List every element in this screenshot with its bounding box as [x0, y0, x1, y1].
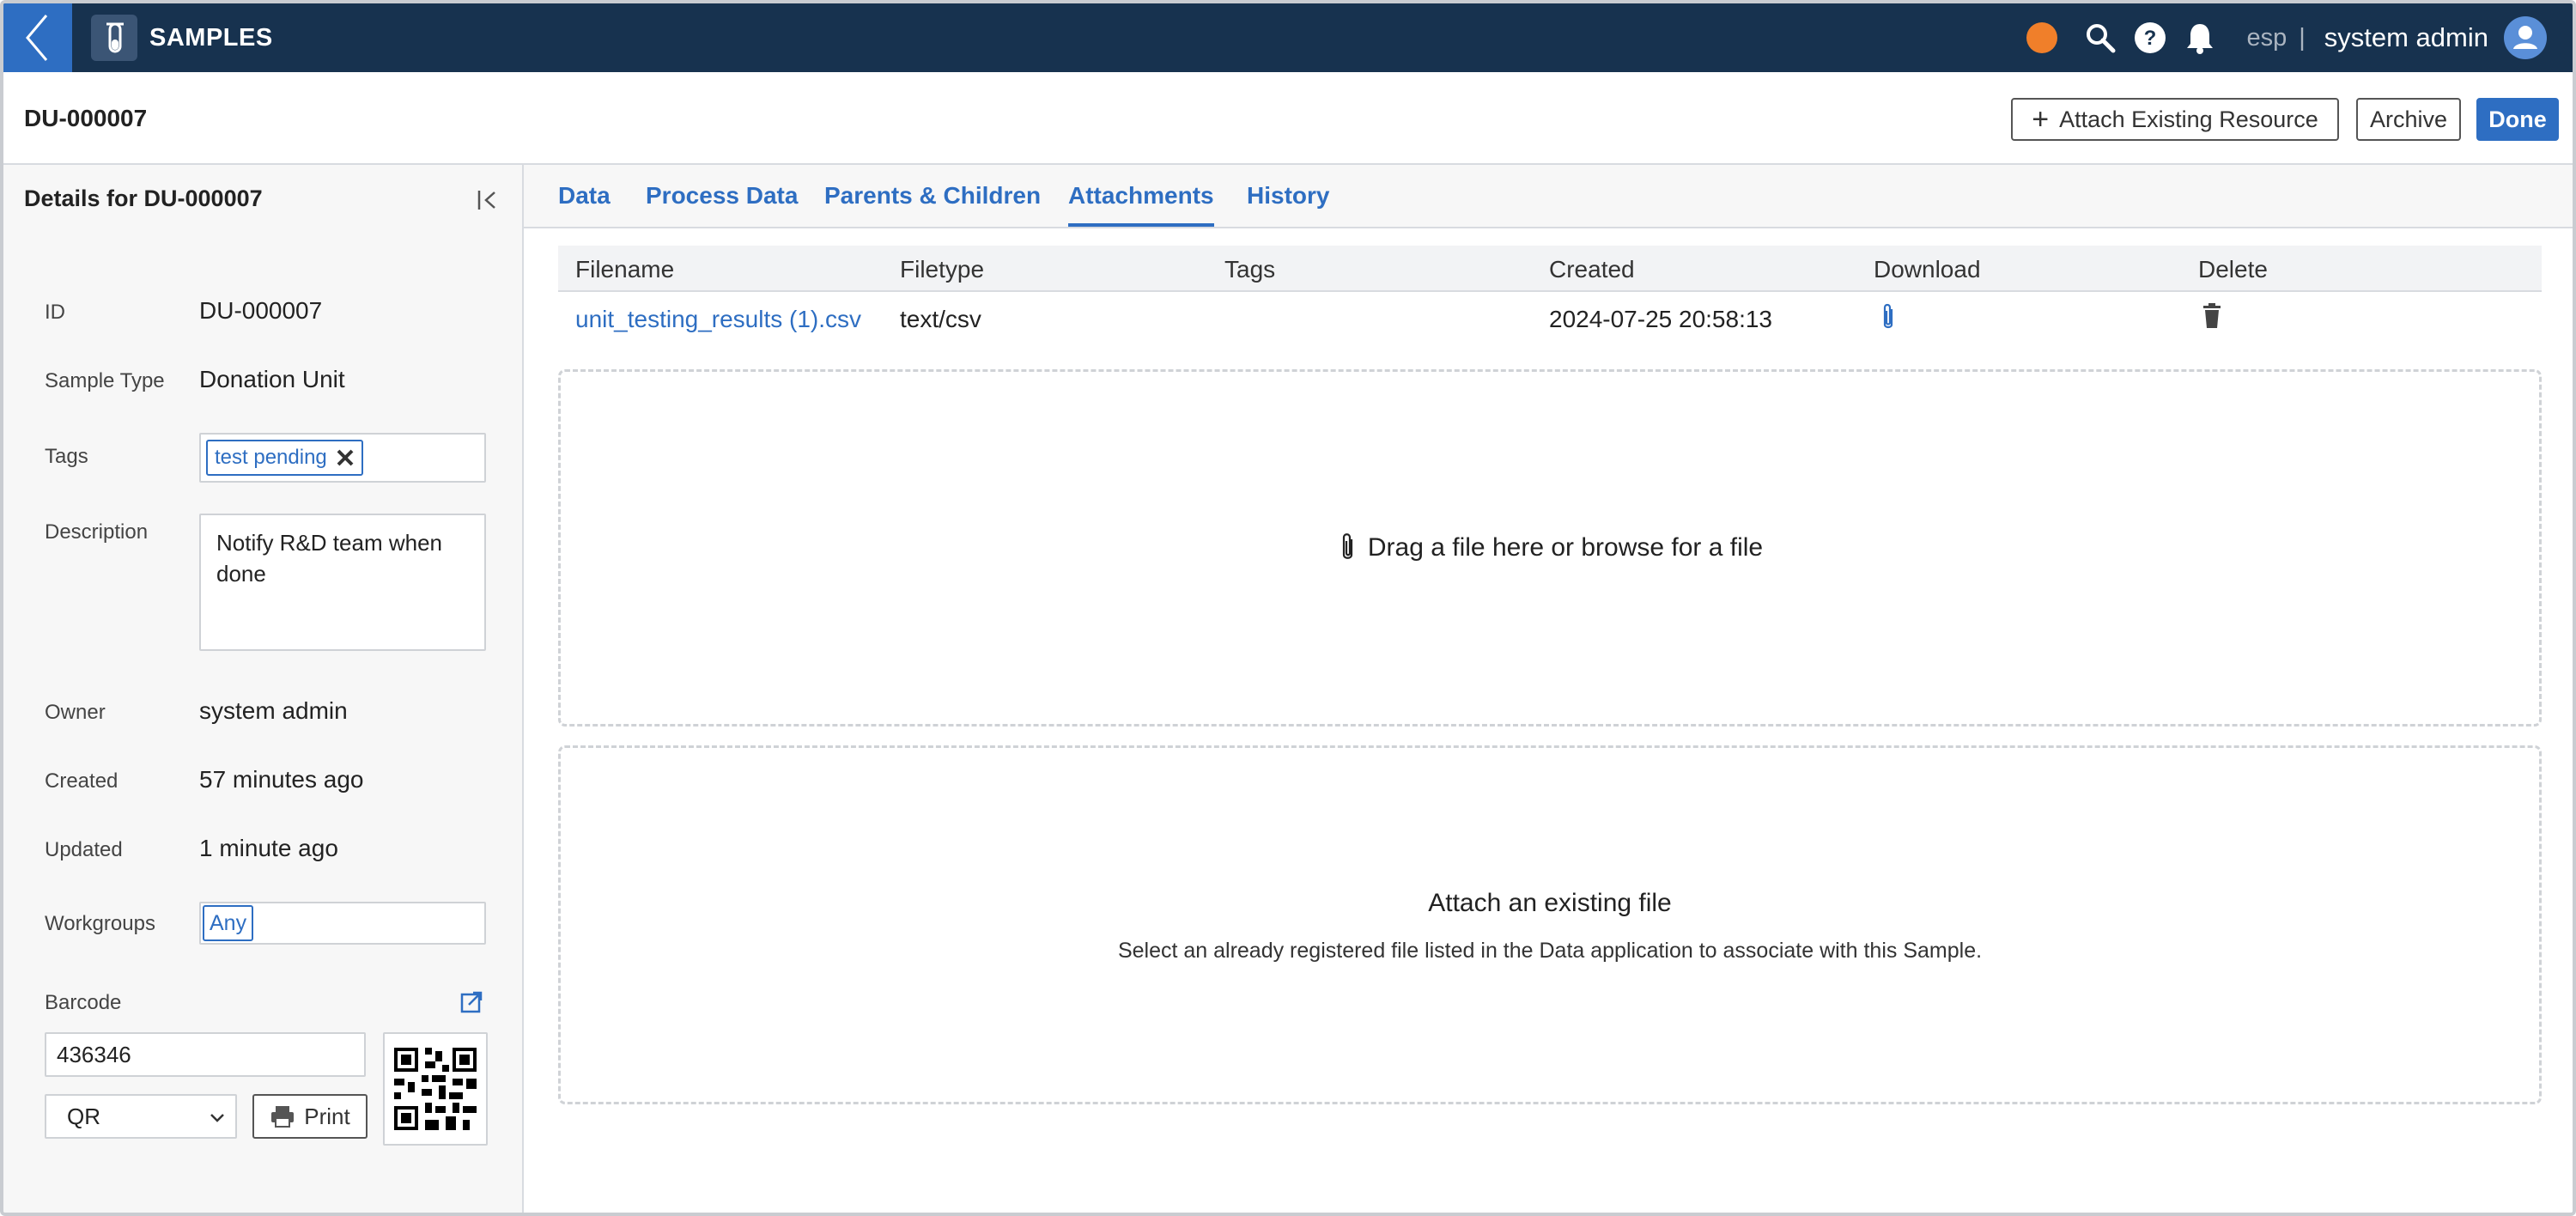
qr-code — [383, 1032, 488, 1146]
user-name[interactable]: system admin — [2324, 22, 2488, 53]
sample-type-label: Sample Type — [45, 369, 165, 392]
tag-chip-label: test pending — [215, 446, 327, 469]
barcode-field[interactable]: 436346 — [45, 1032, 366, 1077]
file-dropzone[interactable]: Drag a file here or browse for a file — [558, 369, 2542, 727]
sample-type-value: Donation Unit — [199, 366, 345, 392]
back-button[interactable] — [3, 3, 72, 72]
barcode-type-value: QR — [67, 1103, 100, 1129]
attach-existing-resource-label: Attach Existing Resource — [2059, 106, 2318, 132]
chevron-left-icon — [26, 15, 48, 61]
attach-existing-title: Attach an existing file — [1428, 889, 1672, 917]
attach-existing-resource-button[interactable]: + Attach Existing Resource — [2011, 98, 2339, 141]
trash-icon[interactable] — [2200, 302, 2224, 330]
description-field[interactable]: Notify R&D team when done — [199, 514, 486, 651]
tab-data[interactable]: Data — [558, 182, 611, 223]
description-label: Description — [45, 520, 149, 544]
svg-text:?: ? — [2144, 27, 2157, 50]
tags-label: Tags — [45, 445, 88, 468]
workgroup-chip: Any — [203, 905, 254, 941]
status-indicator[interactable] — [2026, 22, 2058, 53]
qr-code-image — [394, 1048, 477, 1130]
separator: | — [2299, 23, 2306, 52]
attachment-filetype: text/csv — [900, 306, 981, 332]
dropzone-text: Drag a file here or browse for a file — [1367, 533, 1764, 562]
created-value: 57 minutes ago — [199, 766, 364, 793]
tab-attachments[interactable]: Attachments — [1068, 182, 1214, 227]
page-title: DU-000007 — [24, 105, 148, 131]
column-header-tags[interactable]: Tags — [1224, 256, 1275, 283]
tab-parents-children[interactable]: Parents & Children — [824, 182, 1041, 223]
workgroups-label: Workgroups — [45, 912, 155, 935]
lab-name[interactable]: esp — [2246, 24, 2287, 52]
plus-icon: + — [2032, 103, 2050, 136]
tab-process-data[interactable]: Process Data — [646, 182, 798, 223]
tags-input[interactable]: test pending — [199, 433, 486, 483]
id-label: ID — [45, 301, 65, 324]
page-header: DU-000007 + Attach Existing Resource Arc… — [3, 72, 2573, 165]
help-icon[interactable]: ? — [2133, 21, 2167, 55]
print-button[interactable]: Print — [252, 1094, 368, 1139]
column-header-filename[interactable]: Filename — [575, 256, 674, 283]
paperclip-icon[interactable] — [1875, 302, 1901, 333]
attachment-created: 2024-07-25 20:58:13 — [1549, 306, 1772, 332]
collapse-left-icon[interactable] — [474, 185, 503, 215]
print-label: Print — [304, 1103, 350, 1129]
column-header-created[interactable]: Created — [1549, 256, 1635, 283]
barcode-type-select[interactable]: QR — [45, 1094, 237, 1139]
app-window: SAMPLES ? esp | system admin DU-000007 +… — [0, 0, 2576, 1216]
test-tube-icon — [91, 15, 137, 61]
tabs-bar: Data Process Data Parents & Children Att… — [524, 165, 2573, 228]
column-header-delete: Delete — [2198, 256, 2268, 283]
archive-button[interactable]: Archive — [2356, 98, 2461, 141]
done-button[interactable]: Done — [2476, 98, 2559, 141]
column-header-download: Download — [1874, 256, 1981, 283]
barcode-label: Barcode — [45, 991, 122, 1014]
tag-chip: test pending — [206, 440, 363, 476]
attachment-filename-link[interactable]: unit_testing_results (1).csv — [575, 306, 861, 333]
tab-history[interactable]: History — [1247, 182, 1329, 223]
paperclip-icon — [1342, 533, 1352, 559]
top-navbar: SAMPLES ? esp | system admin — [3, 3, 2573, 72]
owner-value: system admin — [199, 697, 348, 724]
details-title: Details for DU-000007 — [24, 185, 263, 211]
user-icon[interactable] — [2504, 16, 2547, 59]
close-icon[interactable] — [336, 448, 355, 467]
external-link-icon[interactable] — [459, 989, 484, 1015]
workgroups-input[interactable]: Any — [199, 902, 486, 945]
id-value: DU-000007 — [199, 297, 323, 324]
printer-icon — [271, 1106, 295, 1128]
updated-value: 1 minute ago — [199, 835, 338, 861]
attach-existing-file-panel[interactable]: Attach an existing file Select an alread… — [558, 745, 2542, 1104]
attach-existing-subtitle: Select an already registered file listed… — [1117, 939, 1983, 963]
app-title: SAMPLES — [149, 23, 273, 52]
column-header-filetype[interactable]: Filetype — [900, 256, 984, 283]
search-icon[interactable] — [2083, 21, 2117, 55]
bell-icon[interactable] — [2183, 21, 2217, 55]
created-label: Created — [45, 769, 118, 793]
chevron-down-icon — [210, 1114, 224, 1122]
topbar-actions: ? esp | system admin — [2026, 16, 2547, 59]
owner-label: Owner — [45, 701, 106, 724]
details-panel: Details for DU-000007 ID DU-000007 Sampl… — [3, 165, 524, 1213]
updated-label: Updated — [45, 838, 123, 861]
attachments-table-header: Filename Filetype Tags Created Download … — [558, 246, 2542, 292]
